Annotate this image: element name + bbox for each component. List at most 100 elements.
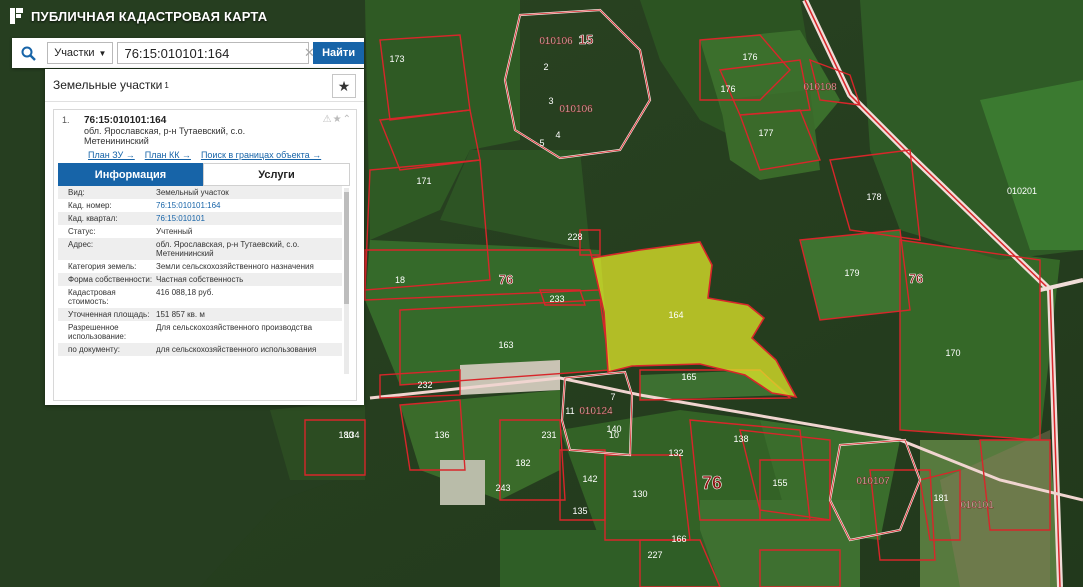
parcel-label: 11 [565,406,574,416]
parcel-label: 135 [572,506,587,516]
info-table: Вид: Земельный участок Кад. номер: 76:15:01… [58,186,342,376]
card-index: 1. [62,115,70,125]
parcel-label: 166 [671,534,686,544]
plan-kk-link[interactable]: План КК → [145,150,191,160]
search-icon [21,46,36,61]
parcel-label: 010201 [1007,186,1037,196]
results-header: Земельные участки 1 ★ [45,69,364,102]
info-row-value: Для сельскохозяйственного производства [156,323,313,332]
results-heading: Земельные участки [53,78,163,92]
scrollbar-thumb[interactable] [344,192,349,304]
info-row-value: Земли сельскохозяйственного назначения [156,262,314,271]
parcel-label: 243 [495,483,510,493]
parcel-label: 010101 [960,500,994,511]
search-icon-button[interactable] [12,38,45,68]
tab-info[interactable]: Информация [58,163,203,186]
info-row: Адрес: обл. Ярославская, р-н Тутаевский, … [58,238,342,260]
parcel-label: 4 [555,130,560,140]
info-row-label: Категория земель: [68,262,137,271]
parcel-label: 130 [632,489,647,499]
info-scrollbar[interactable] [344,188,349,374]
info-row-label: Статус: [68,227,96,236]
parcel-label: 132 [668,448,683,458]
parcel-label: 142 [582,474,597,484]
parcel-label: 3 [548,96,553,106]
star-outline-icon[interactable]: ★ [333,114,343,125]
parcel-label: 177 [758,128,773,138]
parcel-label: 180 [338,430,353,440]
parcel-label: 233 [549,294,564,304]
card-address: обл. Ярославская, р-н Тутаевский, с.о. М… [84,126,246,146]
results-count: 1 [164,80,169,90]
card-actions: ⚠★⌃ [323,114,352,125]
parcel-label: 7 [610,392,615,402]
parcel-label: 76 [909,271,923,286]
parcel-label: 170 [945,348,960,358]
parcel-label: 010107 [856,476,890,487]
info-row-value: 151 857 кв. м [156,310,205,319]
parcel-label: 227 [647,550,662,560]
clear-icon[interactable]: ✕ [304,45,315,61]
info-row-value: Частная собственность [156,275,244,284]
parcel-label: 5 [539,138,544,148]
parcel-label: 228 [567,232,582,242]
card-tabs: Информация Услуги [58,163,350,186]
collapse-chevron-icon[interactable]: ⌃ [343,114,352,125]
info-row-label: по документу: [68,345,120,354]
parcel-label: 2 [543,62,548,72]
info-row-label: Кад. квартал: [68,214,118,223]
parcel-label: 163 [498,340,513,350]
search-in-bounds-link[interactable]: Поиск в границах объекта → [201,150,321,160]
star-icon: ★ [337,77,351,94]
parcel-label: 171 [416,176,431,186]
tab-services[interactable]: Услуги [203,163,350,186]
parcel-label: 165 [681,372,696,382]
find-button[interactable]: Найти [313,42,364,64]
info-row-value: Учтенный [156,227,193,236]
object-type-label: Участки [54,47,95,59]
info-row: Вид: Земельный участок [58,186,342,199]
info-row-value: для сельскохозяйственного использования [156,345,317,354]
results-panel: Земельные участки 1 ★ 1. 76:15:010101:16… [45,69,364,405]
parcel-label: 010106 [539,36,573,47]
parcel-label: 15 [579,32,593,47]
info-row-label: Форма собственности: [68,275,153,284]
warning-icon[interactable]: ⚠ [323,114,333,125]
card-title[interactable]: 76:15:010101:164 [84,115,166,126]
parcel-label: 136 [434,430,449,440]
caret-down-icon: ▼ [98,48,107,58]
parcel-label: 232 [417,380,432,390]
favorite-button[interactable]: ★ [332,74,356,98]
selected-parcel-label: 164 [668,310,683,320]
plan-zu-link[interactable]: План ЗУ → [88,150,135,160]
parcel-label: 155 [772,478,787,488]
app-logo[interactable]: ПУБЛИЧНАЯ КАДАСТРОВАЯ КАРТА [10,8,267,24]
info-row: Статус: Учтенный [58,225,342,238]
info-row-label: Адрес: [68,240,94,249]
info-row-value[interactable]: 76:15:010101:164 [156,201,342,210]
info-row-value: обл. Ярославская, р-н Тутаевский, с.о. М… [156,240,300,258]
info-row-label: Кад. номер: [68,201,112,210]
card-links: План ЗУ → План КК → Поиск в границах объ… [88,150,321,160]
parcel-label: 010106 [559,104,593,115]
parcel-label: 10 [609,430,619,440]
parcel-label: 176 [720,84,735,94]
search-bar: Участки ▼ ✕ Найти [12,38,364,68]
parcel-label: 178 [866,192,881,202]
info-row: Кадастровая стоимость: 416 088,18 руб. [58,286,342,308]
info-row: Разрешенное использование: Для сельскохоз… [58,321,342,343]
parcel-label: 76 [702,473,722,493]
info-row-value: Земельный участок [156,188,229,197]
info-row: Кад. номер: 76:15:010101:164 [58,199,342,212]
parcel-label: 173 [389,54,404,64]
object-type-select[interactable]: Участки ▼ [47,42,114,64]
search-input[interactable] [117,42,310,64]
parcel-label: 76 [499,272,513,287]
info-row: Уточненная площадь: 151 857 кв. м [58,308,342,321]
info-row-value[interactable]: 76:15:010101 [156,214,342,223]
info-row-label: Кадастровая стоимость: [68,288,116,306]
info-row: Категория земель: Земли сельскохозяйствен… [58,260,342,273]
parcel-label: 18 [395,275,405,285]
info-row-label: Разрешенное использование: [68,323,127,341]
parcel-card: 1. 76:15:010101:164 обл. Ярославская, р-… [53,109,357,401]
